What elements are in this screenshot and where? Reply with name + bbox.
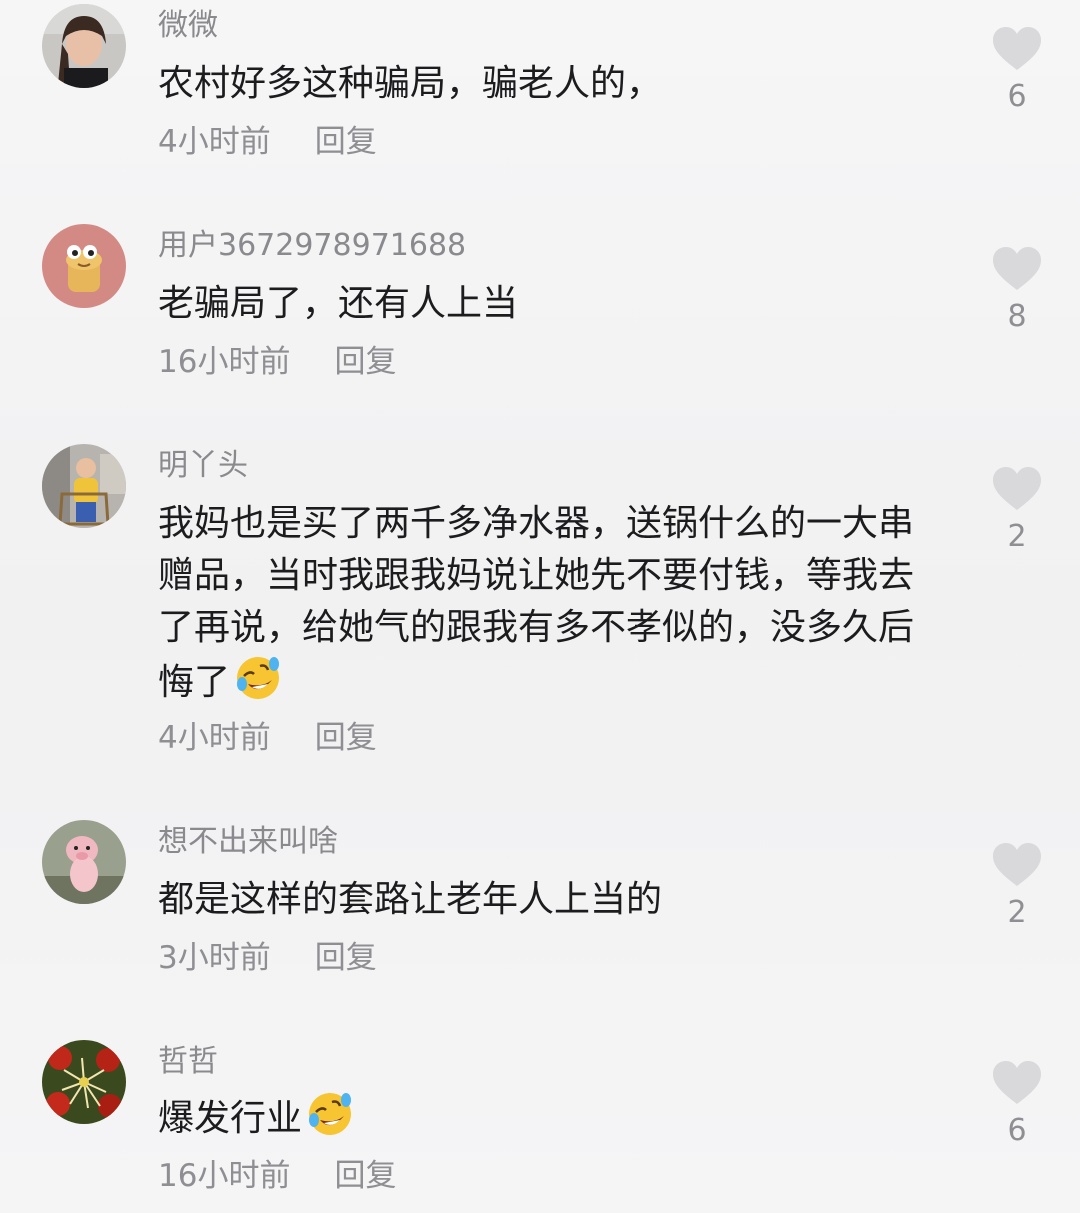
heart-icon <box>993 467 1041 510</box>
heart-icon <box>993 247 1041 290</box>
username[interactable]: 明丫头 <box>158 448 248 484</box>
username[interactable]: 哲哲 <box>158 1044 218 1080</box>
heart-icon <box>993 27 1041 70</box>
avatar[interactable] <box>42 820 126 904</box>
heart-icon <box>993 1061 1041 1104</box>
heart-icon <box>993 843 1041 886</box>
reply-button[interactable]: 回复 <box>315 124 377 160</box>
avatar[interactable] <box>42 4 126 88</box>
like-count: 8 <box>1007 299 1027 334</box>
like-count: 2 <box>1007 895 1027 930</box>
like-button[interactable]: 2 <box>990 842 1044 932</box>
like-count: 6 <box>1007 79 1027 114</box>
like-button[interactable]: 2 <box>990 466 1044 556</box>
avatar[interactable] <box>42 1040 126 1124</box>
comment-list: 微微 农村好多这种骗局，骗老人的， 4小时前 回复 6 用户36729789716… <box>0 0 1080 1213</box>
comment-text-content: 爆发行业 <box>158 1098 303 1139</box>
reply-button[interactable]: 回复 <box>334 344 396 380</box>
like-count: 2 <box>1007 519 1027 554</box>
reply-button[interactable]: 回复 <box>315 940 377 976</box>
comment-meta: 4小时前 回复 <box>158 718 377 758</box>
username[interactable]: 微微 <box>158 8 218 44</box>
comment-meta: 4小时前 回复 <box>158 122 377 162</box>
like-button[interactable]: 8 <box>990 246 1044 336</box>
like-button[interactable]: 6 <box>990 1060 1044 1150</box>
comment-text: 爆发行业 <box>158 1090 948 1145</box>
comment-text: 都是这样的套路让老年人上当的 <box>158 879 663 920</box>
comment-text: 我妈也是买了两千多净水器，送锅什么的一大串赠品，当时我跟我妈说让她先不要付钱，等… <box>158 498 948 709</box>
timestamp: 4小时前 <box>158 124 271 160</box>
like-count: 6 <box>1007 1113 1027 1148</box>
reply-button[interactable]: 回复 <box>315 720 377 756</box>
timestamp: 3小时前 <box>158 940 271 976</box>
comment-meta: 16小时前 回复 <box>158 1156 396 1196</box>
rolling-laughing-emoji-icon <box>309 1093 352 1135</box>
rolling-laughing-emoji-icon <box>237 657 280 699</box>
comment-meta: 3小时前 回复 <box>158 938 377 978</box>
avatar[interactable] <box>42 444 126 528</box>
timestamp: 16小时前 <box>158 344 291 380</box>
comment-text: 老骗局了，还有人上当 <box>158 283 519 324</box>
reply-button[interactable]: 回复 <box>334 1158 396 1194</box>
username[interactable]: 用户3672978971688 <box>158 228 466 264</box>
like-button[interactable]: 6 <box>990 26 1044 116</box>
comment-text: 农村好多这种骗局，骗老人的， <box>158 63 663 104</box>
timestamp: 4小时前 <box>158 720 271 756</box>
username[interactable]: 想不出来叫啥 <box>158 824 338 860</box>
avatar[interactable] <box>42 224 126 308</box>
comment-meta: 16小时前 回复 <box>158 342 396 382</box>
timestamp: 16小时前 <box>158 1158 291 1194</box>
